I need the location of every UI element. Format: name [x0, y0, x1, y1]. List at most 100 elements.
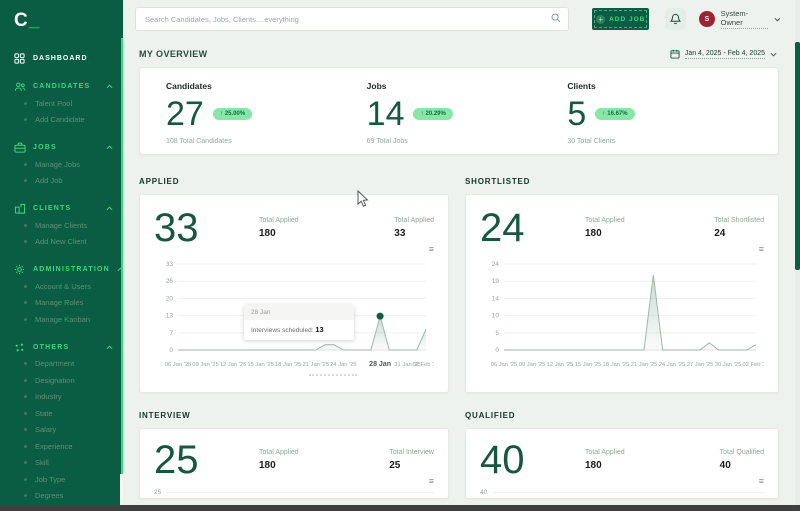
- sidebar-item-add-job[interactable]: Add Job: [0, 173, 123, 190]
- user-menu[interactable]: System-Owner: [720, 9, 769, 29]
- sidebar-item-degrees[interactable]: Degrees: [0, 488, 123, 505]
- date-range-picker[interactable]: Jan 4, 2025 - Feb 4, 2025: [670, 49, 777, 59]
- page-scrollbar-thumb[interactable]: [795, 42, 800, 270]
- svg-text:24 Jan '25: 24 Jan '25: [659, 362, 686, 368]
- svg-text:18 Jan '25: 18 Jan '25: [603, 362, 630, 368]
- app-logo[interactable]: C_: [0, 0, 123, 32]
- sidebar-item-dashboard[interactable]: DASHBOARD: [0, 50, 123, 67]
- chart-x-scrollbar[interactable]: [309, 374, 357, 376]
- stat-label: Total Applied: [585, 449, 625, 456]
- sidebar-item-manage-kanban[interactable]: Manage Kanban: [0, 311, 123, 328]
- sidebar-item-add-candidate[interactable]: Add Candidate: [0, 112, 123, 129]
- sidebar-item-manage-roles[interactable]: Manage Roles: [0, 295, 123, 312]
- sidebar-item-label: DASHBOARD: [33, 55, 88, 62]
- sidebar-section-jobs: JOBS Manage Jobs Add Job: [0, 139, 123, 189]
- section-label-applied: APPLIED: [139, 177, 180, 186]
- clients-icon: [13, 202, 26, 215]
- interview-big-value: 25: [154, 438, 199, 482]
- sidebar-item-manage-jobs[interactable]: Manage Jobs: [0, 156, 123, 173]
- sidebar-section-label: JOBS: [33, 144, 57, 151]
- bullet-icon: [24, 162, 27, 166]
- sidebar-item-department[interactable]: Department: [0, 356, 123, 373]
- sidebar-section-administration-header[interactable]: ADMINISTRATION: [0, 261, 123, 278]
- svg-text:15 Jan '25: 15 Jan '25: [575, 362, 602, 368]
- stat-title: Candidates: [166, 81, 212, 91]
- shortlisted-chart-panel: 24 Total Applied 180 Total Shortlisted 2…: [465, 194, 779, 393]
- chart-menu-icon[interactable]: ≡: [389, 477, 434, 486]
- applied-section: APPLIED 33 Total Applied 180 Total Appli…: [139, 177, 449, 393]
- chart-menu-icon[interactable]: ≡: [714, 245, 764, 254]
- chart-menu-icon[interactable]: ≡: [720, 477, 764, 486]
- sidebar-item-designation[interactable]: Designation: [0, 372, 123, 389]
- overview-header: MY OVERVIEW Jan 4, 2025 - Feb 4, 2025: [123, 49, 795, 59]
- change-badge: ↑ 25.00%: [212, 108, 253, 120]
- chart-menu-icon[interactable]: ≡: [394, 245, 434, 254]
- bullet-icon: [24, 461, 27, 465]
- shortlisted-section: SHORTLISTED 24 Total Applied 180 Total S…: [465, 177, 779, 393]
- sidebar-section-label: CANDIDATES: [33, 83, 91, 90]
- sidebar-section-others-header[interactable]: OTHERS: [0, 339, 123, 356]
- date-range-text: Jan 4, 2025 - Feb 4, 2025: [684, 49, 765, 59]
- notifications-button[interactable]: [665, 8, 687, 30]
- section-label-qualified: QUALIFIED: [465, 411, 516, 420]
- tooltip-value: 13: [315, 325, 324, 334]
- stat-clients: Clients 5 ↑ 16.67% 30 Total Clients: [567, 81, 768, 145]
- stat-value: 33: [394, 228, 406, 239]
- svg-text:10: 10: [492, 313, 500, 320]
- sidebar-section-jobs-header[interactable]: JOBS: [0, 139, 123, 156]
- qualified-big-value: 40: [480, 438, 525, 482]
- svg-text:20: 20: [166, 295, 174, 302]
- topbar: + ADD JOB S System-Owner: [123, 0, 795, 38]
- sidebar-item-skill[interactable]: Skill: [0, 455, 123, 472]
- sidebar-scrollbar[interactable]: [121, 38, 123, 474]
- svg-text:19: 19: [492, 278, 500, 285]
- applied-total-applied: Total Applied 180: [259, 207, 394, 254]
- sidebar-section-clients-header[interactable]: CLIENTS: [0, 200, 123, 217]
- stat-value: 180: [259, 460, 276, 471]
- app-window: C_ DASHBOARD CANDIDATES Talent Pool Add …: [0, 0, 800, 511]
- bullet-icon: [24, 444, 27, 448]
- change-value: 25.00%: [224, 111, 246, 117]
- interview-chart-axis: 25: [154, 489, 434, 496]
- bullet-icon: [24, 284, 27, 288]
- add-job-button[interactable]: + ADD JOB: [592, 8, 650, 30]
- qualified-section: QUALIFIED 40 Total Applied 180 Total Qua…: [465, 411, 779, 499]
- sidebar-item-label: Skill: [35, 458, 49, 468]
- stat-label: Total Applied: [585, 217, 625, 224]
- svg-text:12 Jan '25: 12 Jan '25: [220, 362, 247, 368]
- sidebar-item-job-type[interactable]: Job Type: [0, 471, 123, 488]
- calendar-icon: [670, 49, 680, 59]
- search-input[interactable]: [135, 7, 570, 31]
- applied-chart-panel: 33 Total Applied 180 Total Applied 33 ≡ …: [139, 194, 449, 393]
- sidebar-section-candidates-header[interactable]: CANDIDATES: [0, 78, 123, 95]
- sidebar-scrollbar-thumb[interactable]: [120, 474, 123, 505]
- sidebar-item-account-users[interactable]: Account & Users: [0, 278, 123, 295]
- svg-text:30 Jan '25: 30 Jan '25: [715, 362, 742, 368]
- sidebar-item-state[interactable]: State: [0, 405, 123, 422]
- shortlisted-line-chart[interactable]: 24 19 14 10 5 0 06 Jan '25 09 Jan '25 12 Jan '25…: [480, 256, 770, 374]
- stat-total: 108 Total Candidates: [166, 138, 232, 145]
- stat-value: 25: [389, 460, 401, 471]
- svg-text:33: 33: [166, 261, 174, 268]
- change-value: 20.29%: [425, 111, 446, 117]
- sidebar-item-industry[interactable]: Industry: [0, 389, 123, 406]
- sidebar-item-label: Account & Users: [35, 281, 91, 291]
- page-scrollbar[interactable]: [795, 0, 800, 505]
- svg-text:0: 0: [495, 347, 499, 354]
- tooltip-date: 28 Jan: [244, 305, 354, 320]
- bullet-icon: [24, 301, 27, 305]
- shortlisted-big-value: 24: [480, 206, 525, 250]
- sidebar-item-manage-clients[interactable]: Manage Clients: [0, 217, 123, 234]
- sidebar-item-label: Add Candidate: [35, 115, 85, 125]
- sidebar-item-add-new-client[interactable]: Add New Client: [0, 234, 123, 251]
- logo-letter: C: [14, 10, 29, 31]
- avatar[interactable]: S: [699, 11, 715, 27]
- svg-text:12 Jan '25: 12 Jan '25: [547, 362, 574, 368]
- sidebar-item-salary[interactable]: Salary: [0, 422, 123, 439]
- chevron-down-icon[interactable]: [774, 17, 781, 22]
- svg-text:09 Jan '25: 09 Jan '25: [192, 362, 219, 368]
- sidebar-item-talent-pool[interactable]: Talent Pool: [0, 95, 123, 112]
- sidebar-section-others: OTHERS Department Designation Industry S…: [0, 339, 123, 506]
- sidebar-section-label: CLIENTS: [33, 205, 72, 212]
- sidebar-item-experience[interactable]: Experience: [0, 438, 123, 455]
